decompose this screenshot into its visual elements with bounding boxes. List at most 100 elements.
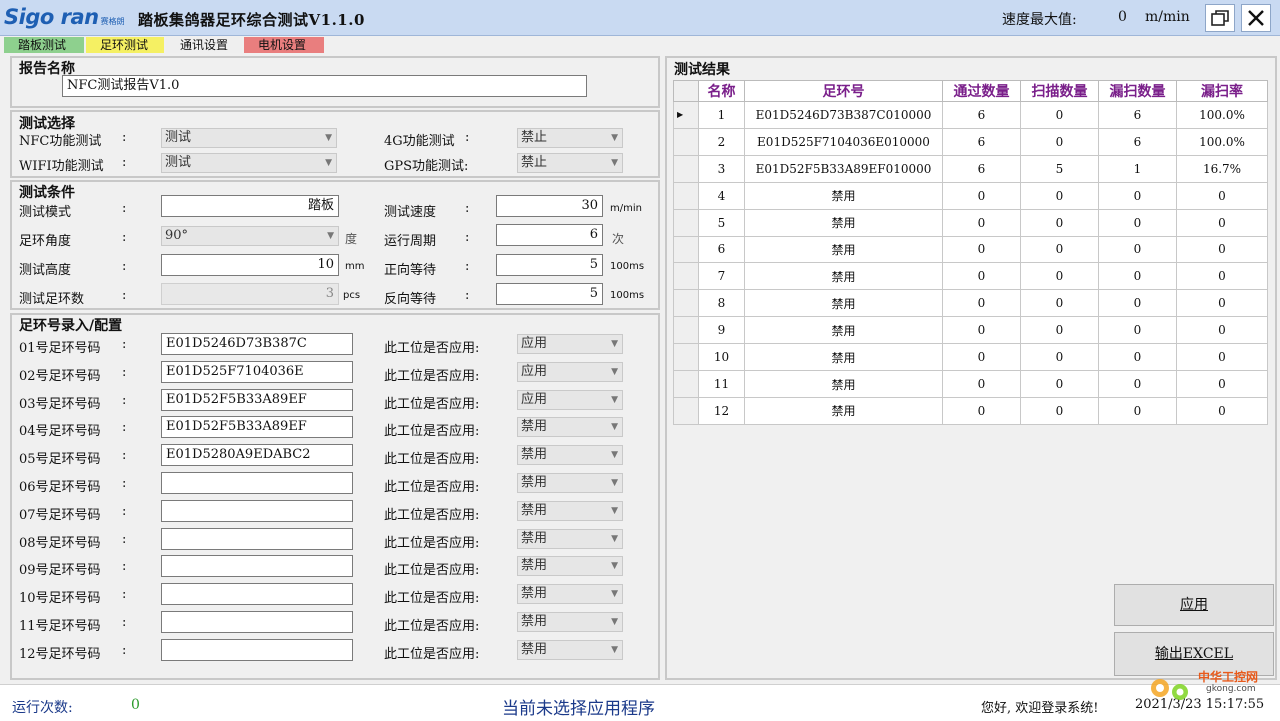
- table-row[interactable]: 6 禁用 0 0 0 0: [673, 235, 1268, 264]
- row-header[interactable]: [673, 289, 699, 318]
- cell-miss-count[interactable]: 0: [1098, 262, 1177, 291]
- row-header[interactable]: ▶: [673, 101, 699, 129]
- col-header-ring-no[interactable]: 足环号: [744, 80, 943, 102]
- station-apply-select[interactable]: 禁用 ▼: [517, 528, 623, 549]
- cell-name[interactable]: 1: [698, 101, 745, 129]
- cell-ring-no[interactable]: 禁用: [744, 181, 943, 210]
- row-header[interactable]: [673, 235, 699, 264]
- cell-pass-count[interactable]: 0: [942, 208, 1021, 237]
- cell-miss-rate[interactable]: 100.0%: [1176, 101, 1268, 129]
- ring-angle-select[interactable]: 90° ▼: [161, 226, 339, 246]
- cell-miss-rate[interactable]: 0: [1176, 316, 1268, 345]
- row-header[interactable]: [673, 370, 699, 398]
- cell-pass-count[interactable]: 0: [942, 289, 1021, 318]
- cell-name[interactable]: 8: [698, 289, 745, 318]
- cell-scan-count[interactable]: 0: [1020, 262, 1099, 291]
- cell-miss-count[interactable]: 0: [1098, 235, 1177, 264]
- results-grid[interactable]: 名称 足环号 通过数量 扫描数量 漏扫数量 漏扫率 ▶ 1 E01D5246D73B…: [673, 80, 1268, 426]
- table-row[interactable]: 11 禁用 0 0 0 0: [673, 370, 1268, 398]
- apply-button[interactable]: 应用: [1114, 584, 1274, 626]
- cell-name[interactable]: 10: [698, 343, 745, 372]
- cell-miss-count[interactable]: 0: [1098, 343, 1177, 372]
- tab-ring-test[interactable]: 足环测试: [86, 37, 164, 53]
- row-header[interactable]: [673, 208, 699, 237]
- cell-pass-count[interactable]: 6: [942, 154, 1021, 183]
- table-row[interactable]: 4 禁用 0 0 0 0: [673, 181, 1268, 210]
- cell-pass-count[interactable]: 0: [942, 370, 1021, 398]
- ring-code-input[interactable]: E01D525F7104036E: [161, 360, 353, 383]
- cell-miss-rate[interactable]: 0: [1176, 396, 1268, 426]
- cell-miss-count[interactable]: 6: [1098, 127, 1177, 156]
- cell-scan-count[interactable]: 0: [1020, 289, 1099, 318]
- cell-miss-count[interactable]: 0: [1098, 289, 1177, 318]
- cell-miss-count[interactable]: 6: [1098, 101, 1177, 129]
- cell-scan-count[interactable]: 0: [1020, 343, 1099, 372]
- ring-code-input[interactable]: [161, 611, 353, 633]
- col-header-miss-count[interactable]: 漏扫数量: [1098, 80, 1177, 102]
- cell-ring-no[interactable]: 禁用: [744, 396, 943, 426]
- cell-scan-count[interactable]: 0: [1020, 101, 1099, 129]
- cell-name[interactable]: 2: [698, 127, 745, 156]
- cell-scan-count[interactable]: 0: [1020, 127, 1099, 156]
- station-apply-select[interactable]: 禁用 ▼: [517, 417, 623, 438]
- cell-name[interactable]: 5: [698, 208, 745, 237]
- row-header[interactable]: [673, 316, 699, 345]
- row-header[interactable]: [673, 262, 699, 291]
- cell-pass-count[interactable]: 6: [942, 101, 1021, 129]
- station-apply-select[interactable]: 应用 ▼: [517, 361, 623, 382]
- cell-ring-no[interactable]: 禁用: [744, 262, 943, 291]
- test-height-input[interactable]: 10: [161, 254, 339, 276]
- cell-scan-count[interactable]: 0: [1020, 181, 1099, 210]
- col-header-miss-rate[interactable]: 漏扫率: [1176, 80, 1268, 102]
- wifi-test-select[interactable]: 测试 ▼: [161, 153, 337, 173]
- cell-ring-no[interactable]: E01D525F7104036E010000: [744, 127, 943, 156]
- cell-name[interactable]: 11: [698, 370, 745, 398]
- station-apply-select[interactable]: 禁用 ▼: [517, 556, 623, 577]
- ring-code-input[interactable]: [161, 638, 353, 661]
- col-header-name[interactable]: 名称: [698, 80, 745, 102]
- ring-code-input[interactable]: [161, 472, 353, 494]
- test-mode-input[interactable]: 踏板: [161, 195, 339, 217]
- 4g-test-select[interactable]: 禁止 ▼: [517, 128, 623, 148]
- col-header-scan-count[interactable]: 扫描数量: [1020, 80, 1099, 102]
- cell-scan-count[interactable]: 0: [1020, 235, 1099, 264]
- cell-miss-rate[interactable]: 16.7%: [1176, 154, 1268, 183]
- cell-ring-no[interactable]: 禁用: [744, 208, 943, 237]
- tab-pedal-test[interactable]: 踏板测试: [4, 37, 84, 53]
- cell-pass-count[interactable]: 6: [942, 127, 1021, 156]
- cell-miss-rate[interactable]: 0: [1176, 343, 1268, 372]
- cell-pass-count[interactable]: 0: [942, 262, 1021, 291]
- cell-ring-no[interactable]: 禁用: [744, 343, 943, 372]
- table-row[interactable]: 3 E01D52F5B33A89EF010000 6 5 1 16.7%: [673, 154, 1268, 183]
- station-apply-select[interactable]: 应用 ▼: [517, 334, 623, 354]
- ring-code-input[interactable]: E01D5280A9EDABC2: [161, 444, 353, 467]
- row-header[interactable]: [673, 396, 699, 426]
- cell-name[interactable]: 9: [698, 316, 745, 345]
- cell-pass-count[interactable]: 0: [942, 343, 1021, 372]
- cell-ring-no[interactable]: 禁用: [744, 316, 943, 345]
- cell-miss-rate[interactable]: 0: [1176, 370, 1268, 398]
- table-row[interactable]: 7 禁用 0 0 0 0: [673, 262, 1268, 291]
- table-row[interactable]: 5 禁用 0 0 0 0: [673, 208, 1268, 237]
- station-apply-select[interactable]: 禁用 ▼: [517, 612, 623, 632]
- table-row[interactable]: 9 禁用 0 0 0 0: [673, 316, 1268, 345]
- run-period-input[interactable]: 6: [496, 224, 603, 246]
- col-header-pass-count[interactable]: 通过数量: [942, 80, 1021, 102]
- cell-scan-count[interactable]: 5: [1020, 154, 1099, 183]
- cell-scan-count[interactable]: 0: [1020, 396, 1099, 426]
- cell-miss-count[interactable]: 0: [1098, 316, 1177, 345]
- close-button[interactable]: [1241, 4, 1271, 32]
- cell-ring-no[interactable]: 禁用: [744, 235, 943, 264]
- table-row[interactable]: 2 E01D525F7104036E010000 6 0 6 100.0%: [673, 127, 1268, 156]
- table-row[interactable]: 12 禁用 0 0 0 0: [673, 396, 1268, 426]
- cell-miss-count[interactable]: 0: [1098, 370, 1177, 398]
- cell-scan-count[interactable]: 0: [1020, 316, 1099, 345]
- station-apply-select[interactable]: 禁用 ▼: [517, 473, 623, 493]
- ring-code-input[interactable]: [161, 499, 353, 522]
- ring-code-input[interactable]: [161, 583, 353, 606]
- gps-test-select[interactable]: 禁止 ▼: [517, 153, 623, 173]
- table-row[interactable]: ▶ 1 E01D5246D73B387C010000 6 0 6 100.0%: [673, 101, 1268, 129]
- cell-scan-count[interactable]: 0: [1020, 208, 1099, 237]
- cell-name[interactable]: 12: [698, 396, 745, 426]
- station-apply-select[interactable]: 禁用 ▼: [517, 639, 623, 660]
